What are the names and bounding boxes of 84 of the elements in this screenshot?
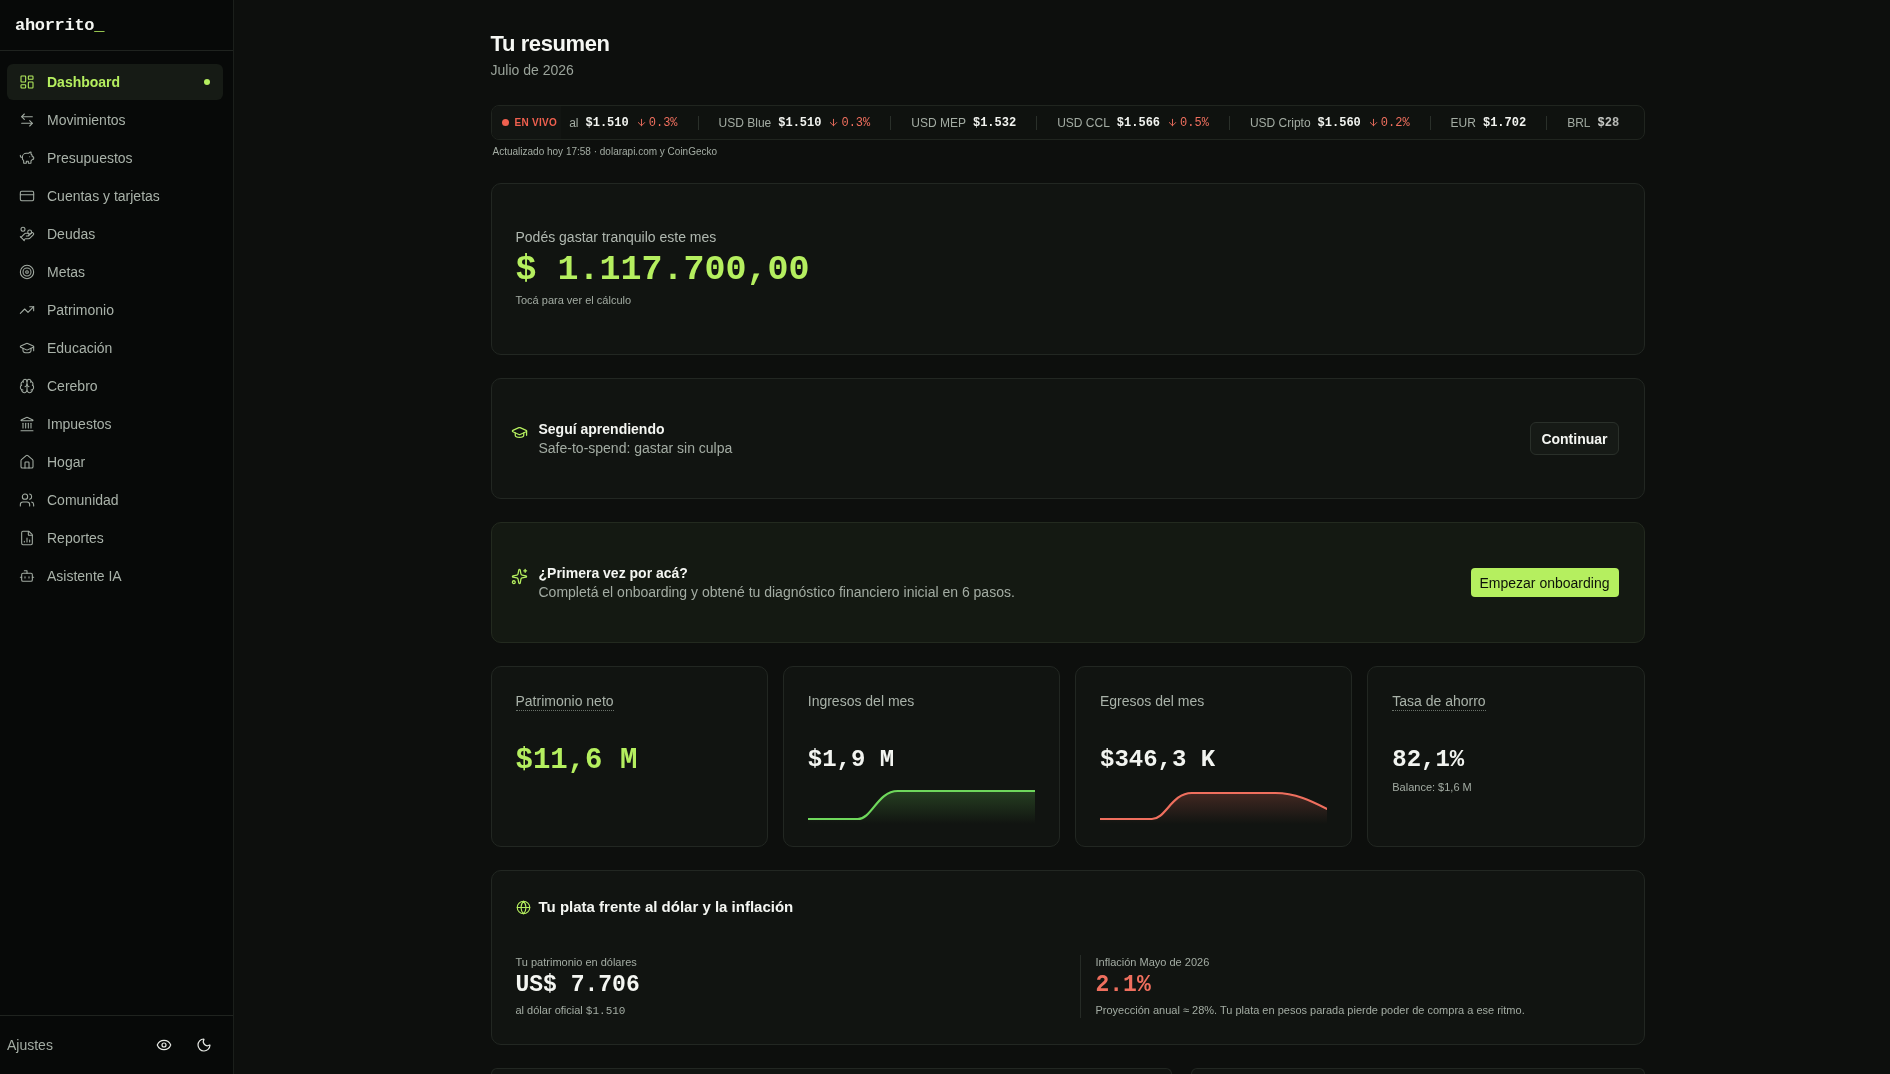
metric-value: 2.1% (1095, 971, 1152, 999)
grid-icon (19, 74, 35, 90)
stat-value: 82,1% (1392, 745, 1465, 775)
rate-value: $1.510 (778, 115, 822, 130)
rate-change: 0.2% (1380, 115, 1410, 130)
house-icon (19, 454, 35, 470)
rate-label: USD Cripto (1249, 115, 1311, 130)
sidebar-item[interactable]: Metas (7, 254, 223, 290)
arrows-icon (19, 112, 35, 128)
sidebar-item[interactable]: Dashboard (7, 64, 223, 100)
live-dot-icon (501, 119, 509, 126)
metric-label: Tu patrimonio en dólares (515, 955, 638, 969)
page-title: Tu resumen (490, 30, 611, 58)
sidebar-item[interactable]: Asistente IA (7, 558, 223, 594)
sidebar-item[interactable]: Presupuestos (7, 140, 223, 176)
target-icon (19, 264, 35, 280)
stat-value: $346,3 K (1100, 745, 1216, 775)
rate-label: USD CCL (1057, 115, 1110, 130)
sidebar-item[interactable]: Educación (7, 330, 223, 366)
active-dot-icon (204, 79, 210, 85)
stat-label: Patrimonio neto (515, 692, 614, 711)
summary-card[interactable]: Podés gastar tranquilo este mes $ 1.117.700,00 Tocá para ver el cálculo (490, 183, 1645, 355)
settings-link[interactable]: Ajustes (7, 1037, 53, 1053)
rate-label: EUR (1450, 115, 1476, 130)
rate-value: $1.566 (1116, 115, 1161, 130)
rate-label: USD Blue (718, 115, 772, 130)
graduation-cap-icon (510, 424, 528, 441)
eye-icon[interactable] (156, 1037, 172, 1053)
sparkles-icon (510, 568, 528, 585)
people-icon (19, 492, 35, 508)
rate-label: al (569, 115, 579, 130)
summary-label: Podés gastar tranquilo este mes (515, 228, 718, 245)
stat-value: $11,6 M (515, 743, 638, 779)
page-subtitle: Julio de 2026 (490, 62, 575, 78)
continue-button[interactable]: Continuar (1530, 422, 1619, 455)
globe-icon (515, 899, 531, 915)
rate-value: $1.510 (585, 115, 629, 130)
metric-label: Inflación Mayo de 2026 (1095, 955, 1211, 969)
sidebar-item[interactable]: Comunidad (7, 482, 223, 518)
card-title: ¿Primera vez por acá? (538, 565, 689, 581)
rate-value: $1.532 (972, 115, 1017, 130)
brain-icon (19, 378, 35, 394)
start-onboarding-button[interactable]: Empezar onboarding (1470, 568, 1619, 597)
card-subtitle: Completá el onboarding y obtené tu diagnóstico financiero inicial en 6 pasos. (538, 584, 1016, 600)
rate-value: $1.702 (1482, 115, 1527, 130)
metric-value: US$ 7.706 (515, 971, 641, 999)
card-icon (19, 188, 35, 204)
sidebar-item[interactable]: Reportes (7, 520, 223, 556)
safe-amount: $ 1.117.700,00 (515, 248, 811, 292)
piggy-bank-icon (19, 150, 35, 166)
stat-note: Balance: $1,6 M (1392, 781, 1472, 793)
rate-note: al dólar oficial $1.510 (515, 1003, 627, 1018)
report-file-icon (19, 530, 35, 546)
sidebar-item[interactable]: Deudas (7, 216, 223, 252)
hand-coins-icon (19, 226, 35, 242)
sidebar-item[interactable]: Hogar (7, 444, 223, 480)
sidebar-item[interactable]: Patrimonio (7, 292, 223, 328)
metric-note: Proyección anual ≈ 28%. Tu plata en pesos parada pierde poder de compra a ese ritmo. (1095, 1003, 1526, 1017)
rate-label: BRL (1567, 115, 1591, 130)
moon-icon[interactable] (196, 1037, 212, 1053)
rate-change: 0.3% (841, 115, 871, 130)
graduation-cap-icon (19, 340, 35, 356)
sidebar-item[interactable]: Impuestos (7, 406, 223, 442)
rate-label: USD MEP (911, 115, 966, 130)
card-subtitle: Safe-to-spend: gastar sin culpa (538, 440, 734, 456)
rate-change: 0.5% (1180, 115, 1209, 130)
calculation-hint: Tocá para ver el cálculo (515, 293, 633, 306)
rate-value: $1.560 (1317, 115, 1361, 130)
bank-building-icon (19, 416, 35, 432)
card-title: Tu plata frente al dólar y la inflación (538, 897, 794, 917)
rate-change: 0.3% (648, 115, 678, 130)
stat-label: Tasa de ahorro (1392, 692, 1486, 711)
app-logo: ahorrito_ (15, 15, 105, 35)
sidebar-item[interactable]: Cerebro (7, 368, 223, 404)
sidebar-item[interactable]: Cuentas y tarjetas (7, 178, 223, 214)
stat-value: $1,9 M (807, 745, 895, 775)
stat-label: Ingresos del mes (807, 692, 915, 711)
live-label: EN VIVO (514, 117, 558, 128)
stat-label: Egresos del mes (1100, 692, 1205, 711)
sidebar-item[interactable]: Movimientos (7, 102, 223, 138)
rate-value: $28 (1597, 115, 1620, 130)
card-title: Seguí aprendiendo (538, 421, 666, 437)
update-note: Actualizado hoy 17:58 · dolarapi.com y CoinGecko (492, 146, 719, 157)
robot-icon (19, 568, 35, 584)
